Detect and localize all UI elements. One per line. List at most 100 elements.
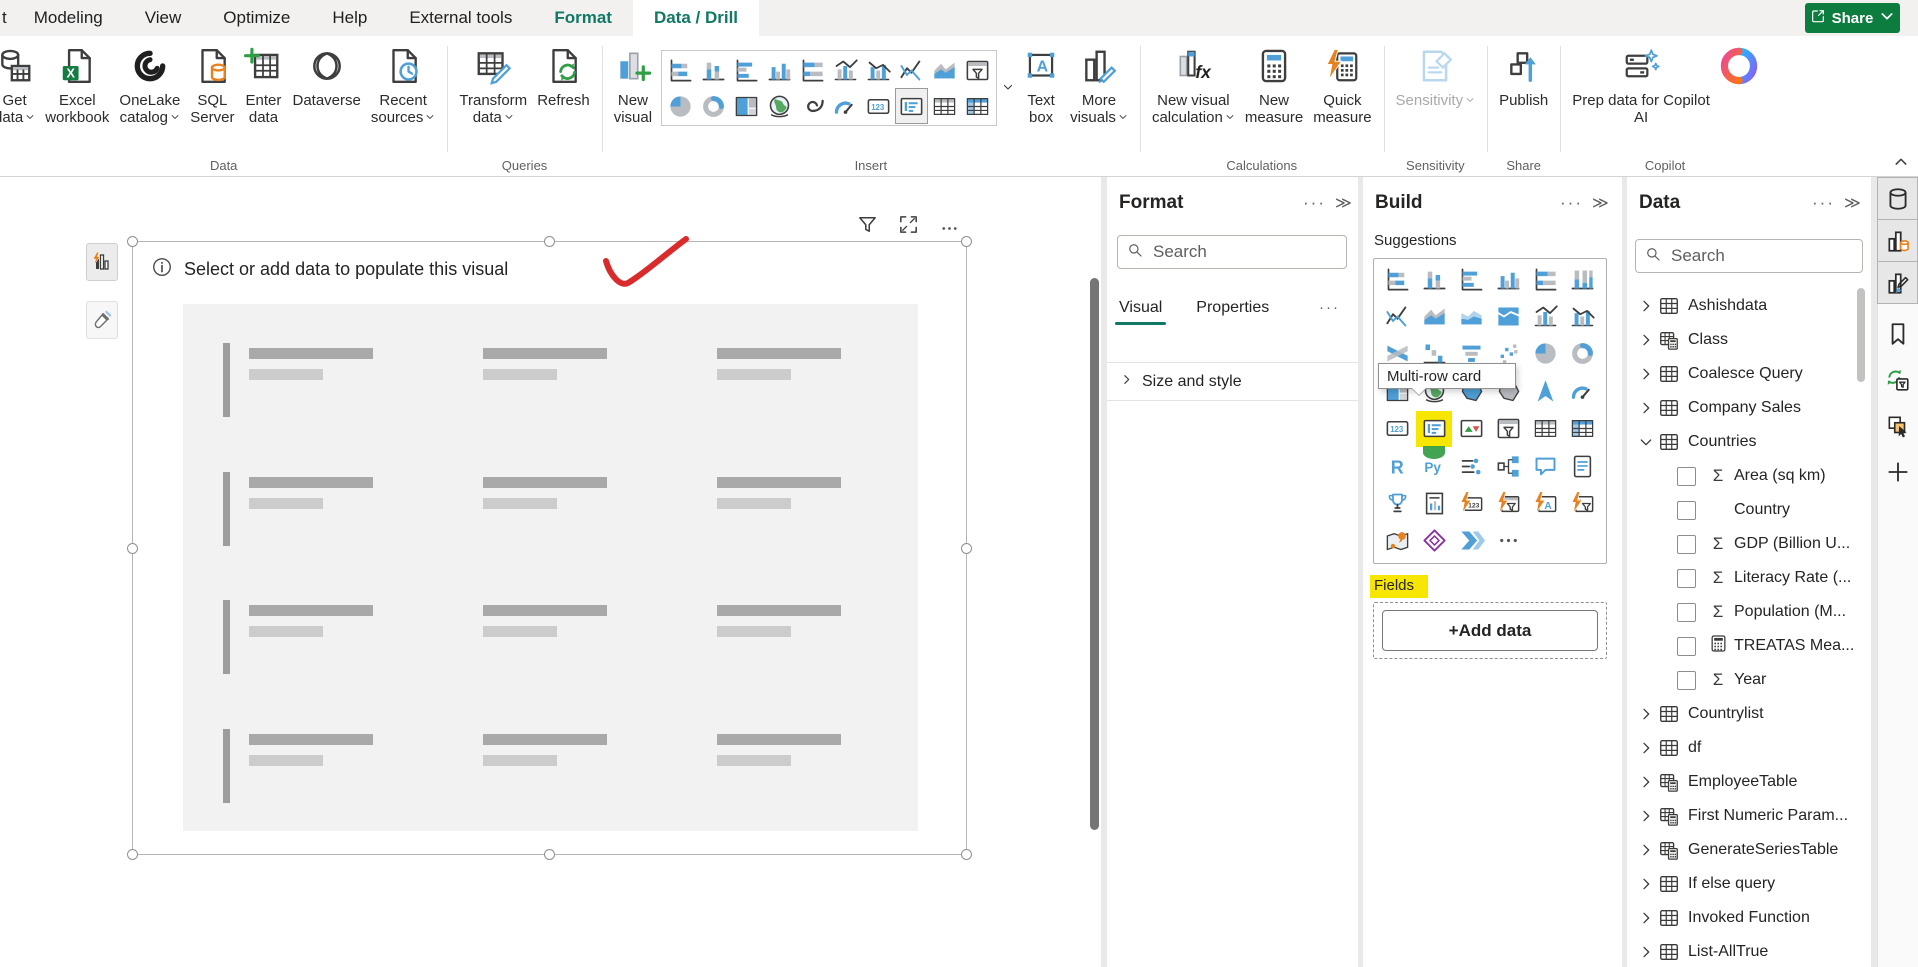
gallery-pie-icon[interactable]: [664, 88, 697, 124]
visual-type-combo2-icon[interactable]: [1567, 301, 1597, 331]
table-row-coalesce-query[interactable]: Coalesce Query: [1627, 357, 1871, 391]
build-panel-collapse-icon[interactable]: ≫: [1592, 193, 1609, 213]
section-size-and-style[interactable]: Size and style: [1107, 362, 1358, 401]
field-checkbox[interactable]: [1677, 637, 1696, 656]
sensitivity-button[interactable]: Sensitivity: [1391, 40, 1481, 111]
visual-type-donut-icon[interactable]: [1567, 339, 1597, 369]
chevron-right-icon[interactable]: [1638, 876, 1654, 892]
gallery-combo2-icon[interactable]: [862, 52, 895, 88]
table-row-countrylist[interactable]: Countrylist: [1627, 697, 1871, 731]
visual-type-qa-icon[interactable]: [1530, 451, 1560, 481]
visual-type-card-123-icon[interactable]: 123: [1382, 414, 1412, 444]
new-visual-button[interactable]: Newvisual: [609, 40, 657, 128]
field-checkbox[interactable]: [1677, 535, 1696, 554]
excel-workbook-button[interactable]: XExcelworkbook: [40, 40, 114, 128]
prep-data-for-copilot-ai-button[interactable]: Prep data for CopilotAI: [1567, 40, 1715, 128]
field-checkbox[interactable]: [1677, 501, 1696, 520]
menu-tab-view[interactable]: View: [124, 0, 203, 36]
data-panel-more-icon[interactable]: ···: [1812, 193, 1835, 213]
table-row-countries[interactable]: Countries: [1627, 425, 1871, 459]
more-visuals-button[interactable]: Morevisuals: [1065, 40, 1133, 128]
sql-server-button[interactable]: SQLServer: [185, 40, 239, 128]
field-row-gdp-billion-u-[interactable]: ΣGDP (Billion U...: [1627, 527, 1871, 561]
gallery-gauge-icon[interactable]: [829, 88, 862, 124]
resize-handle-n[interactable]: [544, 236, 555, 247]
share-button[interactable]: Share: [1805, 3, 1900, 33]
selection-icon[interactable]: [1878, 405, 1918, 447]
bookmark-icon[interactable]: [1878, 313, 1918, 355]
data-search-input[interactable]: [1669, 245, 1854, 267]
visual-type-r-lang-icon[interactable]: R: [1382, 451, 1412, 481]
tab-properties[interactable]: Properties: [1196, 299, 1269, 325]
visual-type-azure-arrow-icon[interactable]: [1530, 376, 1560, 406]
visual-type-bolt-slicer-icon[interactable]: [1493, 488, 1523, 518]
gallery-swirl-icon[interactable]: [796, 88, 829, 124]
enter-data-button[interactable]: Enterdata: [239, 40, 287, 128]
field-row-population-m-[interactable]: ΣPopulation (M...: [1627, 595, 1871, 629]
visual-type-area-stacked-icon[interactable]: [1456, 301, 1486, 331]
gallery-scroll-down-icon[interactable]: [999, 50, 1017, 124]
gallery-bar-stacked-icon[interactable]: [664, 52, 697, 88]
menu-tab-fragment[interactable]: t: [0, 0, 13, 36]
table-row-generateseriestable[interactable]: GenerateSeriesTable: [1627, 833, 1871, 867]
menu-tab-modeling[interactable]: Modeling: [13, 0, 124, 36]
chevron-down-icon[interactable]: [1638, 434, 1654, 450]
visual-type-pie-icon[interactable]: [1530, 339, 1560, 369]
gallery-matrix-icon[interactable]: [961, 88, 994, 124]
table-row-class[interactable]: Class: [1627, 323, 1871, 357]
chevron-right-icon[interactable]: [1638, 774, 1654, 790]
visual-type-decomp-icon[interactable]: [1493, 451, 1523, 481]
visual-type-area-icon[interactable]: [1419, 301, 1449, 331]
refresh-button[interactable]: Refresh: [532, 40, 595, 111]
resize-handle-se[interactable]: [961, 849, 972, 860]
resize-handle-s[interactable]: [544, 849, 555, 860]
menu-tab-format[interactable]: Format: [533, 0, 633, 36]
dataverse-button[interactable]: Dataverse: [287, 40, 365, 111]
data-pane-icon[interactable]: [1877, 177, 1918, 220]
chevron-right-icon[interactable]: [1638, 332, 1654, 348]
field-row-literacy-rate-[interactable]: ΣLiteracy Rate (...: [1627, 561, 1871, 595]
format-panel-more-icon[interactable]: ···: [1303, 193, 1326, 213]
visual-type-bar-clustered-icon[interactable]: [1456, 264, 1486, 294]
resize-handle-nw[interactable]: [127, 236, 138, 247]
visual-type-gauge-icon[interactable]: [1567, 376, 1597, 406]
copilot-button[interactable]: [1715, 40, 1763, 94]
field-row-area-sq-km-[interactable]: ΣArea (sq km): [1627, 459, 1871, 493]
chevron-right-icon[interactable]: [1638, 944, 1654, 960]
gallery-treemap-icon[interactable]: [730, 88, 763, 124]
field-checkbox[interactable]: [1677, 569, 1696, 588]
visual-type-smart-narr-icon[interactable]: [1567, 451, 1597, 481]
visual-type-line-icon[interactable]: [1382, 301, 1412, 331]
chevron-right-icon[interactable]: [1638, 842, 1654, 858]
publish-button[interactable]: Publish: [1494, 40, 1553, 111]
table-row-employeetable[interactable]: EmployeeTable: [1627, 765, 1871, 799]
table-row-if-else-query[interactable]: If else query: [1627, 867, 1871, 901]
field-row-country[interactable]: Country: [1627, 493, 1871, 527]
visual-type-paginated-icon[interactable]: [1419, 488, 1449, 518]
format-brush-button[interactable]: [86, 301, 118, 339]
focus-mode-icon[interactable]: [897, 213, 920, 241]
gallery-bar-100-icon[interactable]: [796, 52, 829, 88]
visual-type-combo1-icon[interactable]: [1530, 301, 1560, 331]
menu-tab-help[interactable]: Help: [311, 0, 388, 36]
new-measure-button[interactable]: Newmeasure: [1240, 40, 1308, 128]
data-panel-scrollbar[interactable]: [1857, 288, 1865, 382]
transform-data-button[interactable]: Transformdata: [454, 40, 532, 128]
onelake-catalog-button[interactable]: OneLakecatalog: [114, 40, 185, 128]
new-visual-calculation-button[interactable]: fxNew visualcalculation: [1147, 40, 1240, 128]
visual-type-arcgis-icon[interactable]: [1382, 526, 1412, 556]
format-panel-collapse-icon[interactable]: ≫: [1335, 193, 1352, 213]
gallery-area-icon[interactable]: [928, 52, 961, 88]
gallery-card-123-icon[interactable]: 123: [862, 88, 895, 124]
table-row-ashishdata[interactable]: Ashishdata: [1627, 289, 1871, 323]
format-tabs-overflow-icon[interactable]: ···: [1319, 299, 1340, 316]
build-pane-icon[interactable]: [1877, 219, 1918, 262]
canvas-scrollbar[interactable]: [1090, 278, 1099, 830]
visual-type-col-clustered-icon[interactable]: [1493, 264, 1523, 294]
chevron-right-icon[interactable]: [1638, 298, 1654, 314]
table-row-df[interactable]: df: [1627, 731, 1871, 765]
field-checkbox[interactable]: [1677, 603, 1696, 622]
format-search-input[interactable]: [1151, 241, 1338, 263]
recent-sources-button[interactable]: Recentsources: [366, 40, 441, 128]
visual-type-bar-stacked-icon[interactable]: [1382, 264, 1412, 294]
